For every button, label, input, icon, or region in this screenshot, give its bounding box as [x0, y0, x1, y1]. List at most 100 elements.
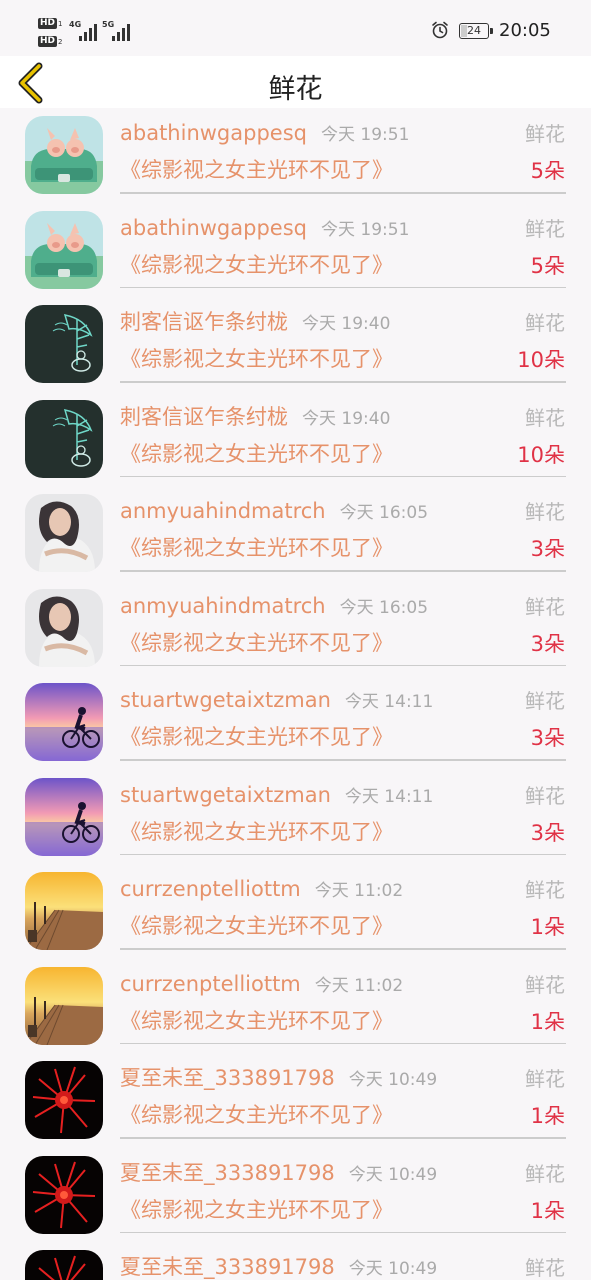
user-avatar[interactable]: [25, 588, 103, 667]
book-title[interactable]: 《综影视之女主光环不见了》: [120, 628, 393, 658]
gift-count: 3朵: [530, 537, 565, 561]
gift-count: 10朵: [517, 348, 565, 372]
username[interactable]: currzenptelliottm: [120, 972, 301, 996]
record-time: 今天 19:40: [302, 408, 391, 429]
book-title[interactable]: 《综影视之女主光环不见了》: [120, 250, 393, 280]
book-title[interactable]: 《综影视之女主光环不见了》: [120, 1006, 393, 1036]
status-bar: HD 1 HD 2 4G 5G 24 20:05: [0, 0, 591, 56]
user-avatar[interactable]: [25, 494, 103, 572]
gift-record-row[interactable]: abathinwgappesq 今天 19:51 鲜花 《综影视之女主光环不见了》…: [0, 203, 591, 298]
gift-count: 5朵: [530, 159, 565, 183]
user-avatar[interactable]: [25, 116, 103, 194]
divider: [120, 948, 566, 950]
username[interactable]: 夏至未至_333891798: [120, 1255, 335, 1279]
book-title[interactable]: 《综影视之女主光环不见了》: [120, 155, 393, 185]
record-meta: anmyuahindmatrch 今天 16:05: [120, 591, 428, 621]
username[interactable]: currzenptelliottm: [120, 877, 301, 901]
divider: [120, 1042, 566, 1044]
book-title[interactable]: 《综影视之女主光环不见了》: [120, 344, 393, 374]
username[interactable]: anmyuahindmatrch: [120, 594, 326, 618]
gift-count: 1朵: [530, 1198, 565, 1223]
record-meta: abathinwgappesq 今天 19:51: [120, 118, 409, 148]
gift-record-row[interactable]: anmyuahindmatrch 今天 16:05 鲜花 《综影视之女主光环不见了…: [0, 486, 591, 581]
divider: [120, 570, 566, 572]
username[interactable]: 夏至未至_333891798: [120, 1066, 335, 1090]
gift-record-row[interactable]: stuartwgetaixtzman 今天 14:11 鲜花 《综影视之女主光环不…: [0, 675, 591, 770]
username[interactable]: abathinwgappesq: [120, 216, 307, 240]
book-title[interactable]: 《综影视之女主光环不见了》: [120, 911, 393, 941]
gift-type-label: 鲜花: [525, 405, 565, 430]
gift-count: 3朵: [530, 631, 565, 656]
user-avatar[interactable]: [25, 399, 103, 478]
hd-badge-2: HD: [38, 36, 58, 47]
user-avatar[interactable]: [25, 966, 103, 1045]
gift-type-label: 鲜花: [525, 216, 565, 241]
gift-type-label: 鲜花: [525, 1256, 565, 1280]
divider: [120, 192, 566, 194]
gift-record-row[interactable]: currzenptelliottm 今天 11:02 鲜花 《综影视之女主光环不见…: [0, 959, 591, 1054]
book-title[interactable]: 《综影视之女主光环不见了》: [120, 722, 393, 752]
gift-type-label: 鲜花: [525, 122, 565, 146]
gift-type-label: 鲜花: [525, 783, 565, 808]
record-meta: 夏至未至_333891798 今天 10:49: [120, 1063, 437, 1093]
book-title[interactable]: 《综影视之女主光环不见了》: [120, 1100, 393, 1130]
gift-type-label: 鲜花: [525, 1067, 565, 1091]
user-avatar[interactable]: [25, 1250, 103, 1280]
gift-type-label: 鲜花: [525, 311, 565, 335]
user-avatar[interactable]: [25, 210, 103, 289]
user-avatar[interactable]: [25, 777, 103, 856]
record-time: 今天 19:51: [320, 125, 410, 145]
user-avatar[interactable]: [25, 683, 103, 761]
gift-record-row[interactable]: currzenptelliottm 今天 11:02 鲜花 《综影视之女主光环不见…: [0, 864, 591, 959]
gift-record-row[interactable]: anmyuahindmatrch 今天 16:05 鲜花 《综影视之女主光环不见了…: [0, 581, 591, 676]
gift-count: 1朵: [530, 1009, 565, 1034]
gift-record-row[interactable]: stuartwgetaixtzman 今天 14:11 鲜花 《综影视之女主光环不…: [0, 770, 591, 865]
record-time: 今天 19:40: [302, 314, 391, 334]
record-time: 今天 14:11: [344, 786, 434, 807]
username[interactable]: stuartwgetaixtzman: [120, 783, 331, 807]
record-time: 今天 11:02: [314, 975, 404, 996]
book-title[interactable]: 《综影视之女主光环不见了》: [120, 1195, 393, 1225]
username[interactable]: stuartwgetaixtzman: [120, 688, 331, 712]
book-title[interactable]: 《综影视之女主光环不见了》: [120, 439, 393, 469]
gift-record-list[interactable]: abathinwgappesq 今天 19:51 鲜花 《综影视之女主光环不见了》…: [0, 108, 591, 1280]
battery-percent: 24: [467, 24, 481, 37]
username[interactable]: 夏至未至_333891798: [120, 1161, 335, 1185]
user-avatar[interactable]: [25, 1155, 103, 1234]
gift-type-label: 鲜花: [525, 594, 565, 619]
gift-type-label: 鲜花: [525, 689, 565, 713]
gift-record-row[interactable]: 夏至未至_333891798 今天 10:49 鲜花 《综影视之女主光环不见了》 …: [0, 1053, 591, 1148]
record-meta: 刺客信讴乍条纣栊 今天 19:40: [120, 402, 390, 432]
user-avatar[interactable]: [25, 872, 103, 950]
record-meta: anmyuahindmatrch 今天 16:05: [120, 496, 428, 526]
divider: [120, 1231, 566, 1233]
username[interactable]: anmyuahindmatrch: [120, 499, 326, 523]
record-time: 今天 16:05: [339, 503, 429, 523]
signal-bars-icon: [112, 23, 134, 41]
record-time: 今天 10:49: [348, 1164, 438, 1185]
user-avatar[interactable]: [25, 1061, 103, 1139]
username[interactable]: abathinwgappesq: [120, 121, 307, 145]
divider: [120, 853, 566, 855]
book-title[interactable]: 《综影视之女主光环不见了》: [120, 533, 393, 563]
gift-count: 1朵: [530, 1104, 565, 1128]
username[interactable]: 刺客信讴乍条纣栊: [120, 405, 288, 429]
gift-type-label: 鲜花: [525, 972, 565, 997]
username[interactable]: 刺客信讴乍条纣栊: [120, 310, 288, 334]
user-avatar[interactable]: [25, 305, 103, 383]
record-time: 今天 16:05: [339, 597, 429, 618]
divider: [120, 381, 566, 383]
gift-type-label: 鲜花: [525, 1161, 565, 1186]
record-meta: 刺客信讴乍条纣栊 今天 19:40: [120, 307, 390, 337]
page-title: 鲜花: [268, 74, 323, 105]
gift-record-row[interactable]: abathinwgappesq 今天 19:51 鲜花 《综影视之女主光环不见了》…: [0, 108, 591, 203]
divider: [120, 759, 566, 761]
gift-count: 1朵: [530, 915, 565, 939]
gift-record-row[interactable]: 夏至未至_333891798 今天 10:49 鲜花: [0, 1242, 591, 1280]
record-meta: currzenptelliottm 今天 11:02: [120, 969, 403, 999]
record-meta: abathinwgappesq 今天 19:51: [120, 213, 409, 243]
gift-record-row[interactable]: 刺客信讴乍条纣栊 今天 19:40 鲜花 《综影视之女主光环不见了》 10朵: [0, 297, 591, 392]
gift-record-row[interactable]: 夏至未至_333891798 今天 10:49 鲜花 《综影视之女主光环不见了》 …: [0, 1148, 591, 1243]
gift-record-row[interactable]: 刺客信讴乍条纣栊 今天 19:40 鲜花 《综影视之女主光环不见了》 10朵: [0, 392, 591, 487]
book-title[interactable]: 《综影视之女主光环不见了》: [120, 817, 393, 847]
